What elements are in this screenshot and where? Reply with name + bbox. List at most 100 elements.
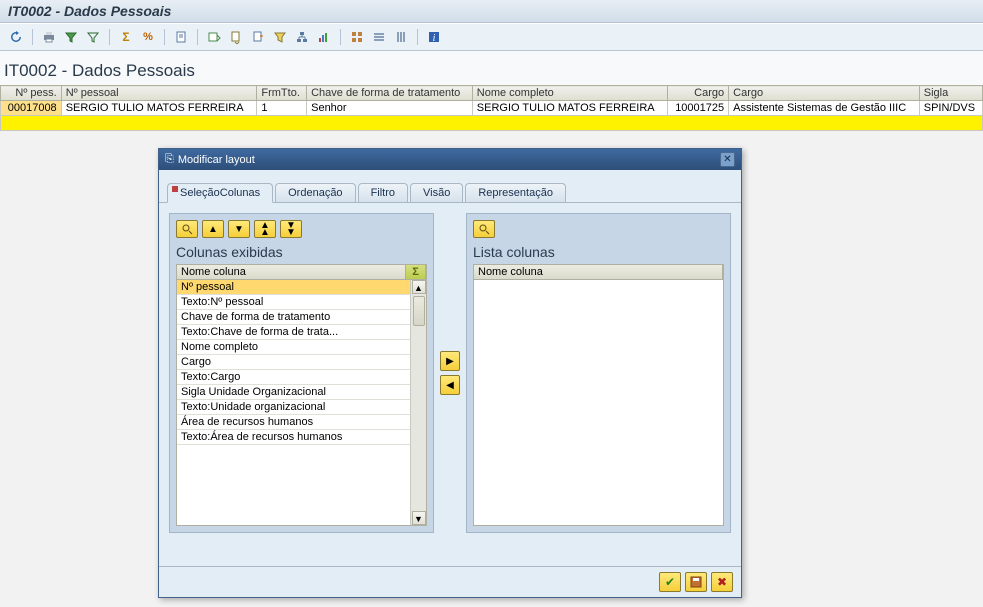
list-item[interactable]: Área de recursos humanos bbox=[177, 415, 410, 430]
print-icon[interactable] bbox=[39, 27, 59, 47]
remove-column-icon[interactable]: ◀ bbox=[440, 375, 460, 395]
yellow-highlight-row bbox=[1, 116, 983, 131]
cell-cargo-code: 10001725 bbox=[668, 101, 729, 116]
tab-filtro[interactable]: Filtro bbox=[358, 183, 408, 202]
toolbar-separator bbox=[197, 29, 198, 45]
filter-table-icon[interactable] bbox=[270, 27, 290, 47]
find-icon[interactable] bbox=[176, 220, 198, 238]
dialog-footer: ✔ ✖ bbox=[159, 566, 741, 597]
toolbar-separator bbox=[32, 29, 33, 45]
sum-icon[interactable]: Σ bbox=[116, 27, 136, 47]
column-list-title: Lista colunas bbox=[473, 244, 724, 260]
tabstrip: SeleçãoColunas Ordenação Filtro Visão Re… bbox=[159, 170, 741, 203]
toolbar-separator bbox=[417, 29, 418, 45]
dialog-icon: ⎘ bbox=[165, 153, 174, 166]
layout-bars-icon[interactable] bbox=[369, 27, 389, 47]
tab-ordenacao[interactable]: Ordenação bbox=[275, 183, 355, 202]
move-top-icon[interactable]: ▲▲ bbox=[254, 220, 276, 238]
table-row[interactable]: 00017008 SERGIO TULIO MATOS FERREIRA 1 S… bbox=[1, 101, 983, 116]
col-chave[interactable]: Chave de forma de tratamento bbox=[307, 86, 473, 101]
left-panel-toolbar: ▲ ▼ ▲▲ ▼▼ bbox=[176, 220, 427, 238]
col-pess-no[interactable]: Nº pess. bbox=[1, 86, 62, 101]
grid-icon[interactable] bbox=[347, 27, 367, 47]
col-frmtto[interactable]: FrmTto. bbox=[257, 86, 307, 101]
cell-pess-no: 00017008 bbox=[1, 101, 62, 116]
chart-icon[interactable] bbox=[314, 27, 334, 47]
toolbar-separator bbox=[340, 29, 341, 45]
col-nome[interactable]: Nome completo bbox=[472, 86, 668, 101]
table-header-row: Nº pess. Nº pessoal FrmTto. Chave de for… bbox=[1, 86, 983, 101]
toolbar-separator bbox=[164, 29, 165, 45]
document-icon[interactable] bbox=[171, 27, 191, 47]
dialog-titlebar[interactable]: ⎘ Modificar layout ✕ bbox=[159, 149, 741, 170]
move-bottom-icon[interactable]: ▼▼ bbox=[280, 220, 302, 238]
file-arrow-icon[interactable] bbox=[226, 27, 246, 47]
tab-visao[interactable]: Visão bbox=[410, 183, 463, 202]
move-up-icon[interactable]: ▲ bbox=[202, 220, 224, 238]
right-col-header[interactable]: Nome coluna bbox=[474, 265, 723, 279]
displayed-columns-panel: ▲ ▼ ▲▲ ▼▼ Colunas exibidas Nome coluna Σ… bbox=[169, 213, 434, 533]
list-item[interactable]: Texto:Chave de forma de trata... bbox=[177, 325, 410, 340]
info-icon[interactable]: i bbox=[424, 27, 444, 47]
right-grid-header: Nome coluna bbox=[473, 264, 724, 280]
file-export-icon[interactable] bbox=[248, 27, 268, 47]
list-item[interactable]: Sigla Unidade Organizacional bbox=[177, 385, 410, 400]
scroll-thumb[interactable] bbox=[413, 296, 425, 326]
list-item[interactable]: Nome completo bbox=[177, 340, 410, 355]
tab-body: ▲ ▼ ▲▲ ▼▼ Colunas exibidas Nome coluna Σ… bbox=[159, 203, 741, 543]
move-down-icon[interactable]: ▼ bbox=[228, 220, 250, 238]
list-item[interactable]: Texto:Cargo bbox=[177, 370, 410, 385]
find-icon[interactable] bbox=[473, 220, 495, 238]
col-np-pessoal[interactable]: Nº pessoal bbox=[61, 86, 257, 101]
export-icon[interactable] bbox=[204, 27, 224, 47]
list-item[interactable]: Texto:Área de recursos humanos bbox=[177, 430, 410, 445]
left-scrollbar[interactable]: ▲ ▼ bbox=[410, 280, 426, 525]
tab-selecao-colunas[interactable]: SeleçãoColunas bbox=[167, 183, 273, 203]
left-grid-body: Nº pessoal Texto:Nº pessoal Chave de for… bbox=[176, 280, 427, 526]
percent-icon[interactable]: % bbox=[138, 27, 158, 47]
svg-text:i: i bbox=[433, 33, 436, 44]
cell-nome: SERGIO TULIO MATOS FERREIRA bbox=[472, 101, 668, 116]
displayed-columns-title: Colunas exibidas bbox=[176, 244, 427, 260]
list-item[interactable]: Texto:Nº pessoal bbox=[177, 295, 410, 310]
hierarchy-icon[interactable] bbox=[292, 27, 312, 47]
window-title-text: IT0002 - Dados Pessoais bbox=[8, 3, 171, 19]
data-table: Nº pess. Nº pessoal FrmTto. Chave de for… bbox=[0, 85, 983, 131]
scroll-down-icon[interactable]: ▼ bbox=[412, 511, 426, 525]
left-col-header[interactable]: Nome coluna bbox=[177, 265, 406, 279]
add-column-icon[interactable]: ▶ bbox=[440, 351, 460, 371]
page-title-text: IT0002 - Dados Pessoais bbox=[4, 61, 195, 80]
list-item[interactable]: Texto:Unidade organizacional bbox=[177, 400, 410, 415]
page-title: IT0002 - Dados Pessoais bbox=[0, 51, 983, 85]
filter-down-icon[interactable] bbox=[61, 27, 81, 47]
tab-representacao[interactable]: Representação bbox=[465, 183, 566, 202]
window-title: IT0002 - Dados Pessoais bbox=[0, 0, 983, 23]
filter-icon[interactable] bbox=[83, 27, 103, 47]
dialog-title-text: Modificar layout bbox=[178, 154, 255, 166]
toolbar-separator bbox=[109, 29, 110, 45]
col-sigla[interactable]: Sigla bbox=[919, 86, 982, 101]
list-item[interactable]: Cargo bbox=[177, 355, 410, 370]
cell-frmtto: 1 bbox=[257, 101, 307, 116]
column-list-panel: Lista colunas Nome coluna bbox=[466, 213, 731, 533]
list-item[interactable]: Chave de forma de tratamento bbox=[177, 310, 410, 325]
cell-sigla: SPIN/DVS bbox=[919, 101, 982, 116]
main-toolbar: Σ % i bbox=[0, 23, 983, 51]
col-cargo-code[interactable]: Cargo bbox=[668, 86, 729, 101]
scroll-up-icon[interactable]: ▲ bbox=[412, 280, 426, 294]
cell-chave: Senhor bbox=[307, 101, 473, 116]
close-button[interactable]: ✕ bbox=[720, 152, 735, 167]
cell-cargo-desc: Assistente Sistemas de Gestão IIIC bbox=[729, 101, 920, 116]
cell-np-pessoal: SERGIO TULIO MATOS FERREIRA bbox=[61, 101, 257, 116]
col-cargo-desc[interactable]: Cargo bbox=[729, 86, 920, 101]
transfer-buttons: ▶ ◀ bbox=[440, 213, 460, 533]
refresh-icon[interactable] bbox=[6, 27, 26, 47]
cancel-button[interactable]: ✖ bbox=[711, 572, 733, 592]
list-item[interactable]: Nº pessoal bbox=[177, 280, 410, 295]
confirm-button[interactable]: ✔ bbox=[659, 572, 681, 592]
layout-columns-icon[interactable] bbox=[391, 27, 411, 47]
sum-col-header[interactable]: Σ bbox=[406, 265, 426, 279]
left-grid-header: Nome coluna Σ bbox=[176, 264, 427, 280]
save-button[interactable] bbox=[685, 572, 707, 592]
modify-layout-dialog: ⎘ Modificar layout ✕ SeleçãoColunas Orde… bbox=[158, 148, 742, 598]
